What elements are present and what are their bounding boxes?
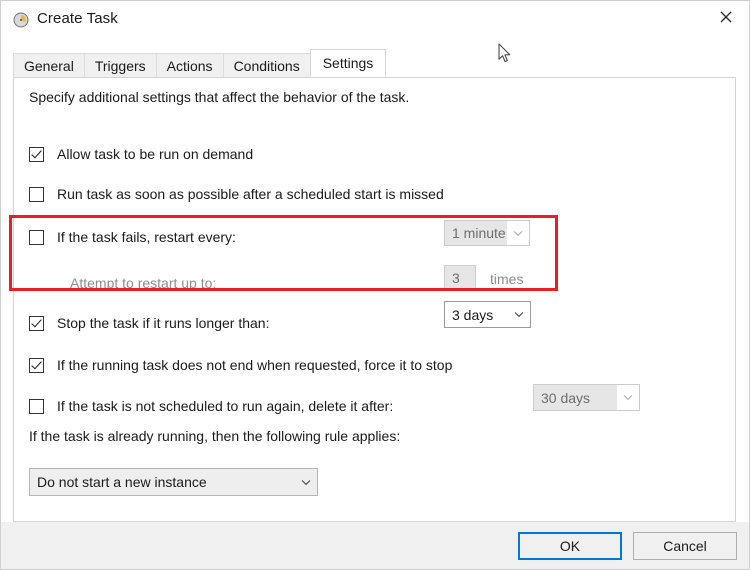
ok-button-label: OK xyxy=(559,538,581,554)
tab-conditions-label: Conditions xyxy=(233,57,300,74)
label-force-stop: If the running task does not end when re… xyxy=(57,357,453,373)
restart-attempts-value: 3 xyxy=(452,270,460,286)
settings-description: Specify additional settings that affect … xyxy=(29,89,410,105)
label-delete-after: If the task is not scheduled to run agai… xyxy=(57,398,394,414)
label-restart-on-fail: If the task fails, restart every: xyxy=(57,229,236,245)
checkbox-delete-after[interactable] xyxy=(29,398,44,414)
checkbox-force-stop[interactable] xyxy=(29,357,44,373)
label-already-running: If the task is already running, then the… xyxy=(29,428,401,444)
chevron-down-icon xyxy=(295,479,317,486)
tab-actions[interactable]: Actions xyxy=(155,53,224,77)
tab-general[interactable]: General xyxy=(13,53,85,77)
label-run-asap-missed: Run task as soon as possible after a sch… xyxy=(57,186,444,202)
settings-panel: Specify additional settings that affect … xyxy=(13,77,736,522)
window-title: Create Task xyxy=(37,10,118,27)
cancel-button-label: Cancel xyxy=(663,538,707,554)
cancel-button[interactable]: Cancel xyxy=(633,532,737,560)
label-stop-if-longer: Stop the task if it runs longer than: xyxy=(57,315,270,331)
chevron-down-icon xyxy=(508,311,530,318)
delete-after-value: 30 days xyxy=(534,385,617,410)
tab-actions-label: Actions xyxy=(166,57,213,74)
row-stop-if-longer[interactable]: Stop the task if it runs longer than: xyxy=(29,313,269,333)
chevron-down-icon xyxy=(617,394,639,401)
label-restart-attempts: Attempt to restart up to: xyxy=(70,275,217,291)
close-icon[interactable] xyxy=(703,1,749,32)
restart-interval-value: 1 minute xyxy=(445,221,507,245)
tab-conditions[interactable]: Conditions xyxy=(222,53,311,77)
row-run-asap-missed[interactable]: Run task as soon as possible after a sch… xyxy=(29,184,444,204)
title-bar: Create Task xyxy=(1,1,749,39)
tab-triggers-label: Triggers xyxy=(94,57,146,74)
clock-icon xyxy=(13,12,29,28)
row-allow-on-demand[interactable]: Allow task to be run on demand xyxy=(29,144,253,164)
dialog-footer: OK Cancel xyxy=(1,522,749,569)
label-allow-on-demand: Allow task to be run on demand xyxy=(57,146,254,162)
chevron-down-icon xyxy=(507,230,529,237)
row-delete-after[interactable]: If the task is not scheduled to run agai… xyxy=(29,396,393,416)
checkbox-stop-if-longer[interactable] xyxy=(29,315,44,331)
checkbox-allow-on-demand[interactable] xyxy=(29,146,44,162)
restart-attempts-input[interactable]: 3 xyxy=(444,265,476,291)
checkbox-restart-on-fail[interactable] xyxy=(29,229,44,245)
tab-general-label: General xyxy=(24,57,74,74)
checkbox-run-asap-missed[interactable] xyxy=(29,186,44,202)
row-restart-on-fail[interactable]: If the task fails, restart every: xyxy=(29,227,236,247)
create-task-dialog: Create Task General Triggers Actions Con… xyxy=(0,0,750,570)
tab-settings-label: Settings xyxy=(322,55,374,71)
ok-button[interactable]: OK xyxy=(518,532,622,560)
row-restart-attempts: Attempt to restart up to: xyxy=(29,273,216,293)
mouse-cursor xyxy=(498,43,512,69)
row-force-stop[interactable]: If the running task does not end when re… xyxy=(29,355,452,375)
already-running-rule-combo[interactable]: Do not start a new instance xyxy=(29,468,318,496)
restart-attempts-unit: times xyxy=(490,271,524,287)
already-running-rule-value: Do not start a new instance xyxy=(37,474,207,490)
delete-after-combo[interactable]: 30 days xyxy=(533,384,640,411)
restart-interval-combo[interactable]: 1 minute xyxy=(444,220,530,246)
tab-strip: General Triggers Actions Conditions Sett… xyxy=(13,49,387,77)
tab-settings[interactable]: Settings xyxy=(309,49,387,77)
tab-triggers[interactable]: Triggers xyxy=(83,53,157,77)
stop-duration-value: 3 days xyxy=(452,306,494,323)
stop-duration-combo[interactable]: 3 days xyxy=(444,301,531,328)
